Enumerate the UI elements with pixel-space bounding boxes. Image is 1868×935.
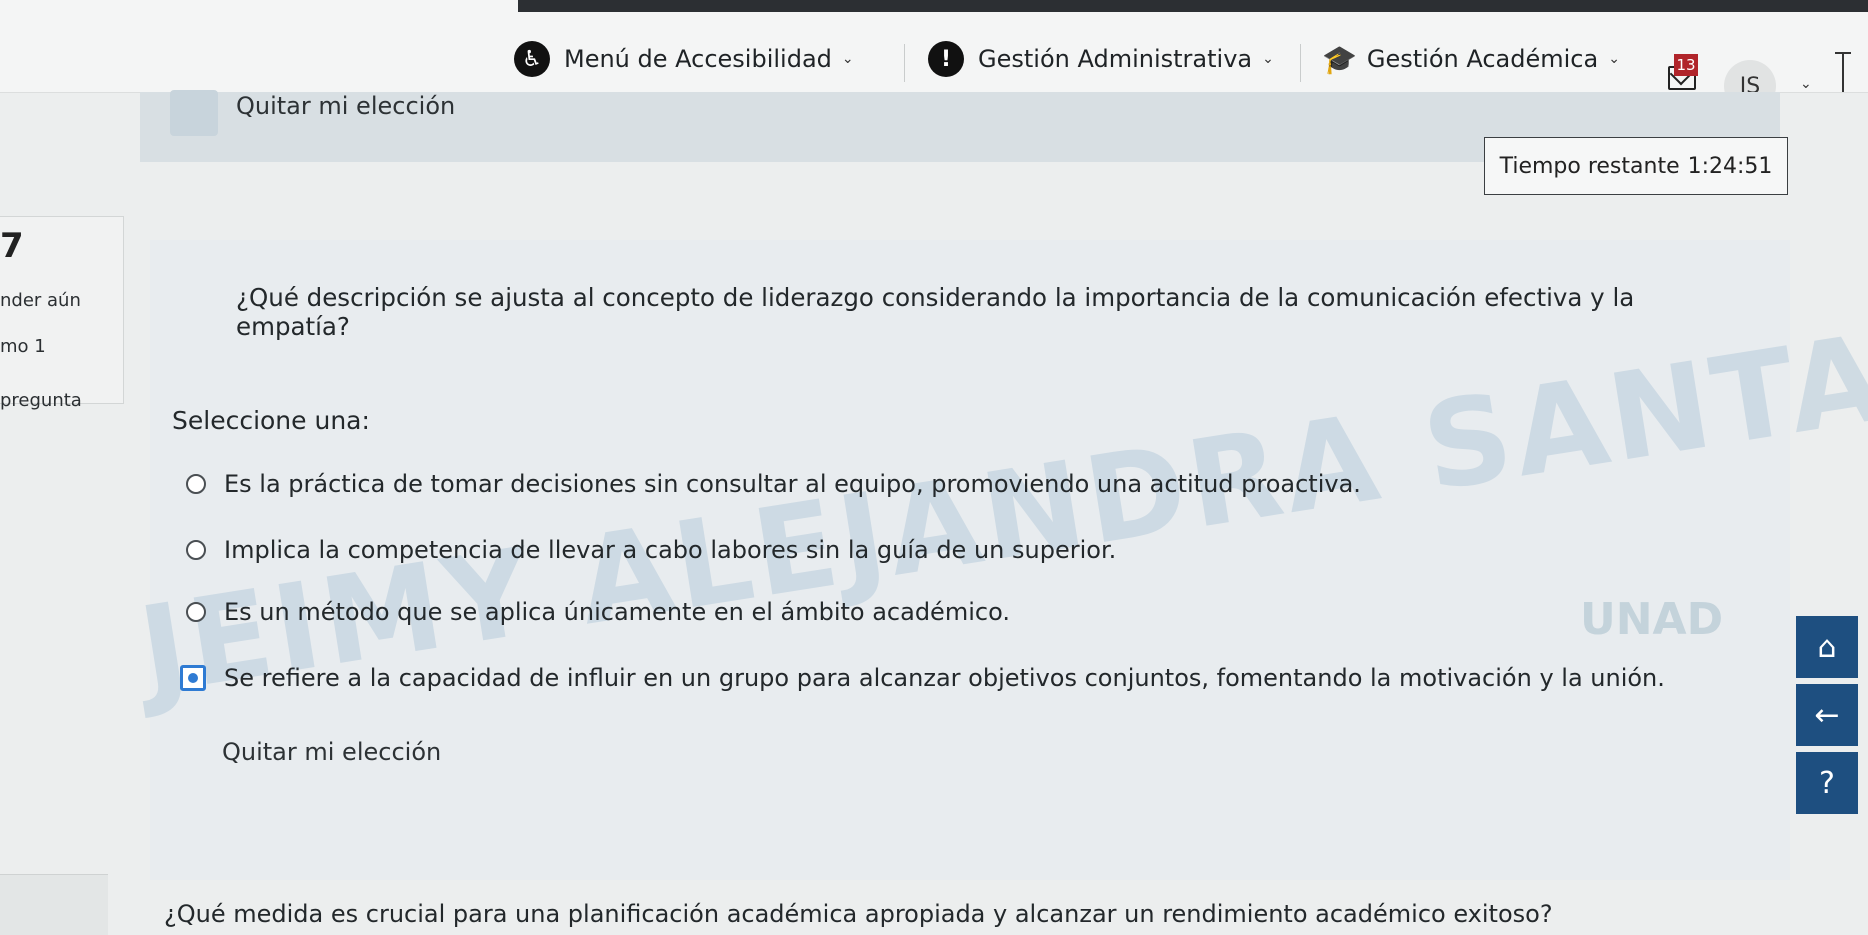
accessibility-menu[interactable]: ♿ Menú de Accesibilidad ⌄	[514, 41, 854, 77]
flag-question-link[interactable]: pregunta	[0, 390, 82, 411]
alert-icon: !	[928, 41, 964, 77]
radio-button[interactable]	[186, 474, 206, 494]
answer-option-label: Implica la competencia de llevar a cabo …	[224, 536, 1117, 564]
admin-menu[interactable]: ! Gestión Administrativa ⌄	[928, 41, 1274, 77]
back-button[interactable]: ←	[1796, 684, 1858, 746]
radio-button[interactable]	[186, 540, 206, 560]
graduation-cap-icon: 🎓	[1322, 42, 1357, 76]
home-icon: ⌂	[1817, 629, 1837, 665]
select-one-prompt: Seleccione una:	[172, 406, 370, 435]
radio-button-checked[interactable]	[180, 665, 206, 691]
question-status: nder aún	[0, 290, 81, 311]
accessibility-icon: ♿	[514, 41, 550, 77]
timer-label: Tiempo restante	[1499, 153, 1680, 179]
decorative-shape	[170, 90, 218, 136]
answer-option[interactable]: Es la práctica de tomar decisiones sin c…	[186, 470, 1361, 498]
answer-option[interactable]: Implica la competencia de llevar a cabo …	[186, 536, 1116, 564]
answer-option-label: Es un método que se aplica únicamente en…	[224, 598, 1010, 626]
timer-value: 1:24:51	[1687, 153, 1773, 179]
arrow-left-icon: ←	[1814, 697, 1840, 733]
messages-count-badge: 13	[1674, 54, 1698, 76]
screen-edge	[518, 0, 1868, 12]
question-number: 7	[0, 226, 24, 266]
radio-button[interactable]	[186, 602, 206, 622]
answer-option-selected[interactable]: Se refiere a la capacidad de influir en …	[180, 664, 1665, 692]
admin-menu-label: Gestión Administrativa	[978, 45, 1253, 73]
answer-option-label: Es la práctica de tomar decisiones sin c…	[224, 470, 1361, 498]
remove-choice-link[interactable]: Quitar mi elección	[222, 738, 441, 766]
academic-menu[interactable]: 🎓 Gestión Académica ⌄	[1322, 42, 1620, 76]
accessibility-menu-label: Menú de Accesibilidad	[564, 45, 832, 73]
academic-menu-label: Gestión Académica	[1366, 45, 1599, 73]
help-button[interactable]: ?	[1796, 752, 1858, 814]
top-navigation-bar: ♿ Menú de Accesibilidad ⌄ ! Gestión Admi…	[0, 0, 1868, 112]
separator	[1300, 44, 1301, 82]
question-mark: mo 1	[0, 336, 46, 357]
time-remaining-box: Tiempo restante 1:24:51	[1484, 137, 1788, 195]
answer-option-label: Se refiere a la capacidad de influir en …	[224, 664, 1665, 692]
answer-option[interactable]: Es un método que se aplica únicamente en…	[186, 598, 1010, 626]
home-button[interactable]: ⌂	[1796, 616, 1858, 678]
chevron-down-icon: ⌄	[1608, 51, 1620, 67]
chevron-down-icon: ⌄	[841, 51, 854, 67]
page-edge-marker	[1835, 52, 1851, 92]
next-question-info-box	[0, 874, 108, 935]
next-question-text: ¿Qué medida es crucial para una planific…	[164, 900, 1553, 928]
question-text: ¿Qué descripción se ajusta al concepto d…	[236, 283, 1635, 341]
chevron-down-icon: ⌄	[1262, 51, 1274, 67]
separator	[904, 44, 905, 82]
unad-logo: UNAD	[1580, 594, 1724, 645]
user-menu-chevron-icon[interactable]: ⌄	[1800, 76, 1812, 92]
help-icon: ?	[1819, 765, 1835, 801]
remove-choice-link-top[interactable]: Quitar mi elección	[236, 92, 455, 120]
